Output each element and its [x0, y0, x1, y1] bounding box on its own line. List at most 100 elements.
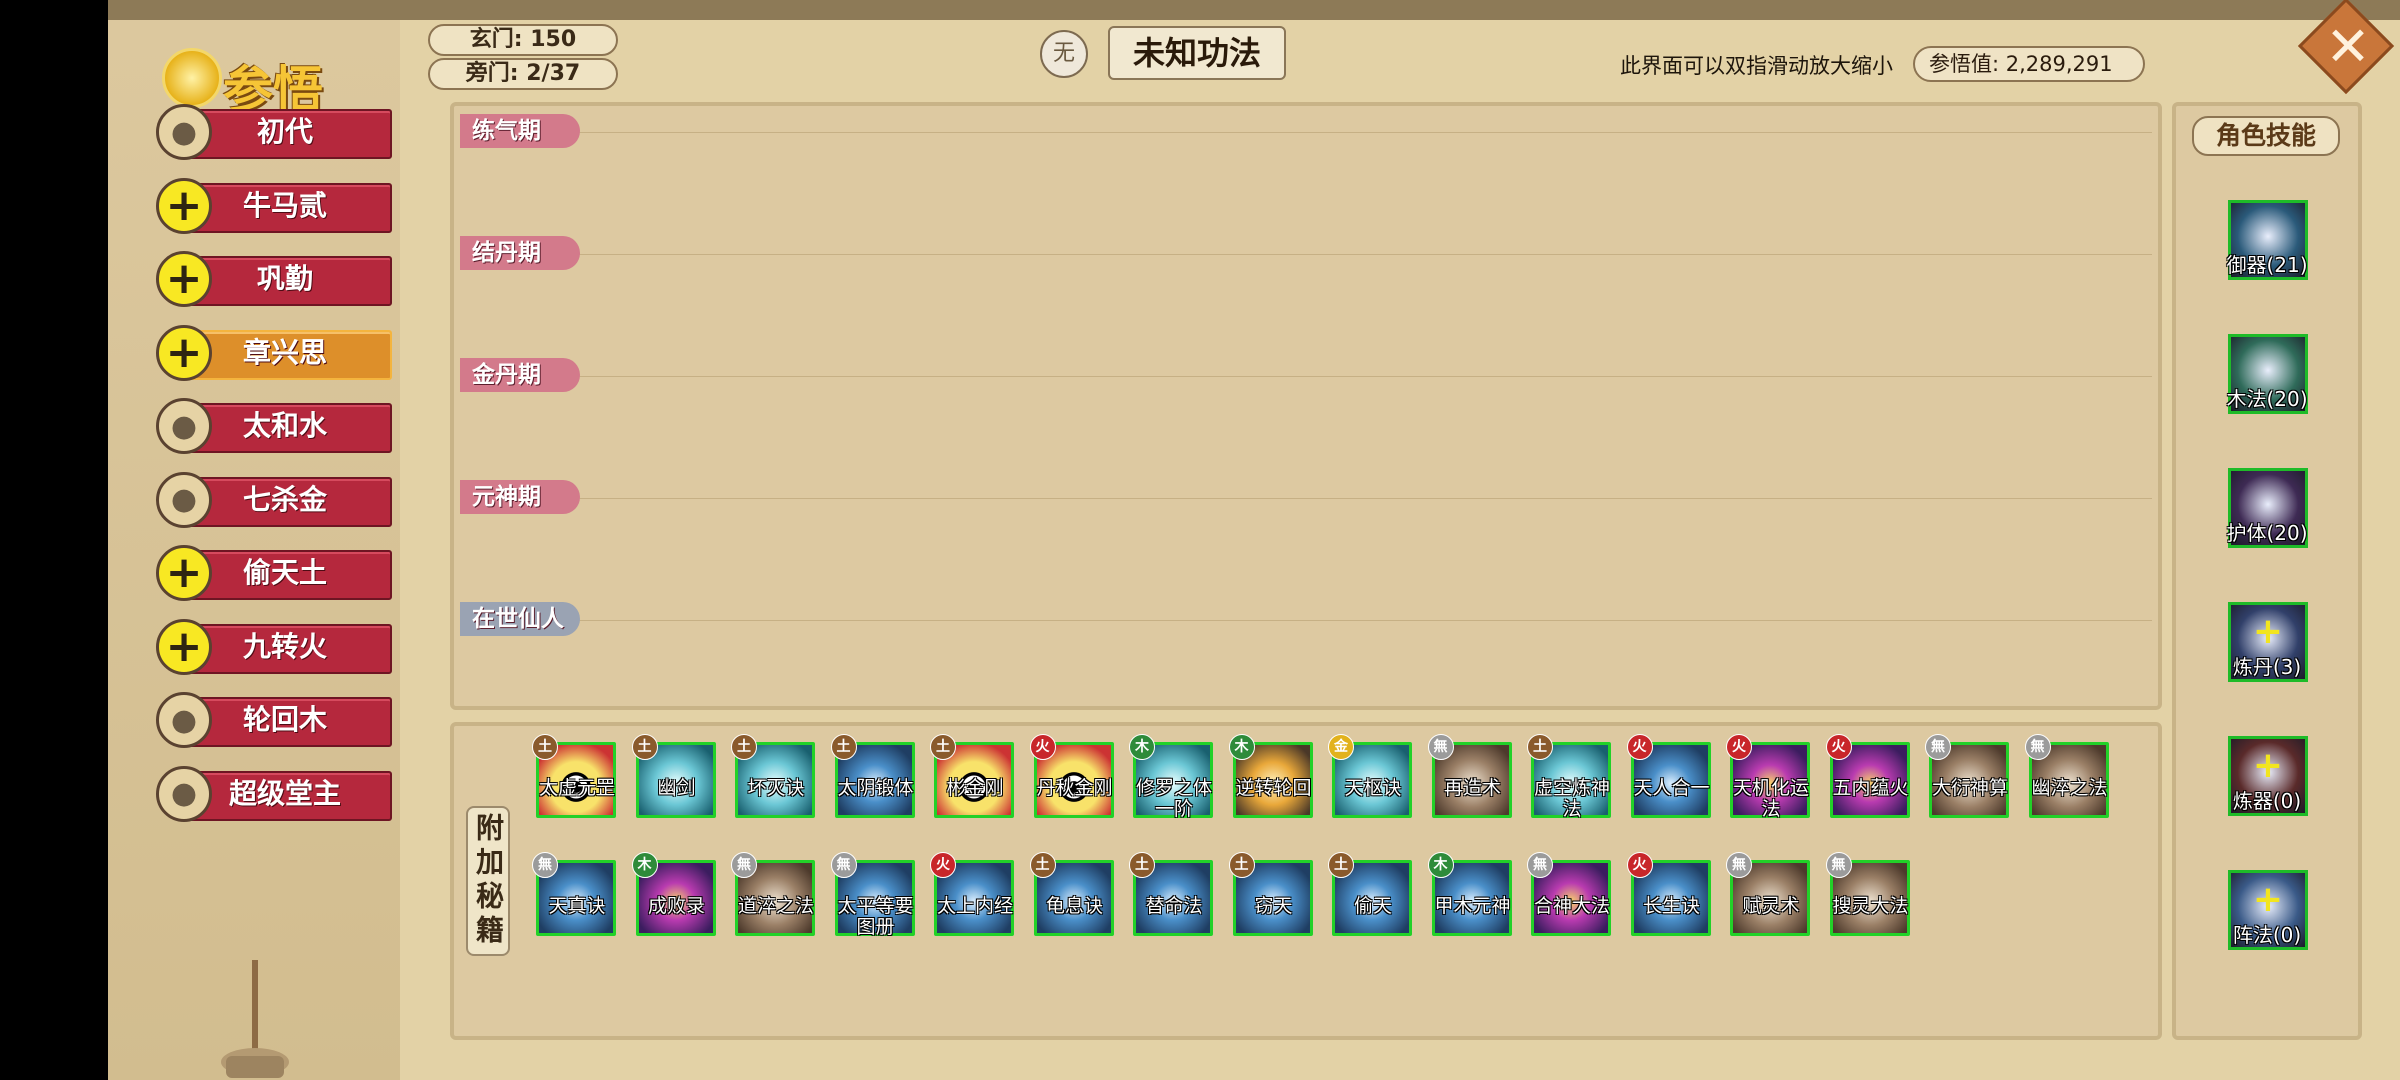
skill-slot[interactable]: + 炼丹(3)	[2228, 602, 2308, 682]
book-name: 幽淬之法	[2031, 777, 2108, 799]
secret-book-item[interactable]: 土龟息诀	[1029, 852, 1116, 936]
secret-book-item[interactable]: 火天人合一	[1626, 734, 1713, 818]
character-name: 太和水	[242, 409, 327, 442]
book-name: 合神大法	[1533, 895, 1610, 917]
skills-title: 角色技能	[2192, 116, 2340, 156]
character-item[interactable]: 七杀金 ●	[156, 471, 392, 528]
realm-label: 结丹期	[460, 236, 580, 270]
skill-slot[interactable]: 木法(20)	[2226, 334, 2308, 414]
character-item[interactable]: 超级堂主 ●	[156, 765, 392, 822]
secret-book-item[interactable]: 無赋灵术	[1726, 852, 1812, 936]
portrait-icon: ●	[156, 398, 212, 454]
secret-book-item[interactable]: 無道淬之法	[731, 852, 817, 936]
element-badge: 木	[1129, 734, 1155, 760]
add-plus-icon: +	[156, 545, 212, 601]
secret-book-item[interactable]: 無天真诀	[532, 852, 618, 936]
pangmen-counter: 旁门: 2/37	[428, 58, 618, 90]
character-item[interactable]: 章兴思 +	[156, 324, 392, 381]
secret-book-item[interactable]: 土幽剑	[631, 734, 718, 818]
secret-book-item[interactable]: 土窃天	[1228, 852, 1315, 936]
add-plus-icon: +	[2252, 611, 2284, 652]
secret-book-item[interactable]: 火长生诀	[1626, 852, 1713, 936]
realm-tree-panel[interactable]: 练气期 结丹期 金丹期 元神期 在世仙人	[450, 102, 2162, 710]
element-badge: 土	[731, 734, 757, 760]
game-screen: 参悟 初代 ● 牛马贰 + 巩勤 + 章兴思 + 太和水 ● 七杀金 ● 偷天土 + 九转火 + 轮回木 ● 超级堂…	[108, 0, 2400, 1080]
character-name: 九转火	[242, 629, 327, 663]
skill-slot[interactable]: + 炼器(0)	[2228, 736, 2308, 816]
book-name: 窃天	[1254, 895, 1293, 917]
character-name: 偷天土	[242, 556, 327, 589]
method-title: 未知功法	[1108, 26, 1286, 80]
secret-book-item[interactable]: 木成败录	[631, 852, 718, 936]
character-item[interactable]: 初代 ●	[156, 104, 392, 160]
secret-book-item[interactable]: 木甲木元神	[1427, 852, 1514, 936]
book-name: 太虚元罡	[538, 777, 615, 799]
skill-name: 护体(20)	[2226, 521, 2308, 545]
secret-book-item[interactable]: 土替命法	[1129, 852, 1215, 936]
skill-slot[interactable]: + 阵法(0)	[2228, 870, 2308, 950]
character-item[interactable]: 太和水 ●	[156, 398, 392, 454]
element-badge: 土	[1328, 852, 1354, 878]
character-item[interactable]: 轮回木 ●	[156, 692, 392, 748]
element-badge: 無	[1925, 734, 1951, 760]
character-item[interactable]: 九转火 +	[156, 618, 392, 675]
secret-book-item[interactable]: 火丹秋金刚	[1029, 734, 1116, 818]
skill-slot[interactable]: 护体(20)	[2226, 468, 2308, 548]
secret-book-item[interactable]: 無幽淬之法	[2024, 734, 2111, 818]
secret-book-item[interactable]: 土虚空炼神法	[1527, 734, 1613, 820]
secret-book-item[interactable]: 火天机化运法	[1726, 734, 1812, 820]
secret-book-item[interactable]: 火五内蕴火	[1825, 734, 1912, 818]
secret-book-item[interactable]: 土太虚元罡	[532, 734, 618, 818]
book-name: 大衍神算	[1931, 777, 2008, 799]
character-name: 巩勤	[256, 262, 313, 295]
secret-book-item[interactable]: 土彬金刚	[930, 734, 1016, 818]
realm-divider	[466, 498, 2152, 499]
secret-book-item[interactable]: 金天枢诀	[1328, 734, 1414, 818]
book-name: 太阴锻体	[837, 777, 914, 799]
element-badge: 火	[1029, 734, 1056, 760]
add-plus-icon: +	[156, 177, 212, 234]
secret-book-item[interactable]: 無再造术	[1427, 734, 1514, 818]
skill-name: 炼器(0)	[2232, 789, 2302, 813]
portrait-icon: ●	[156, 765, 212, 822]
secret-book-item[interactable]: 火太上内经	[930, 852, 1016, 936]
element-badge: 木	[1228, 734, 1255, 760]
book-name: 彬金刚	[946, 777, 1004, 799]
element-badge: 無	[2024, 734, 2051, 760]
secret-book-item[interactable]: 木逆转轮回	[1228, 734, 1315, 818]
character-name: 轮回木	[242, 703, 327, 736]
secret-book-item[interactable]: 木修罗之体一阶	[1129, 734, 1215, 820]
book-name: 虚空炼神法	[1533, 777, 1610, 820]
skill-name: 炼丹(3)	[2232, 655, 2302, 679]
element-badge: 火	[1626, 734, 1653, 760]
book-name: 搜灵大法	[1832, 895, 1909, 917]
extra-books-label: 附加秘籍	[466, 806, 510, 956]
secret-book-item[interactable]: 無合神大法	[1527, 852, 1613, 936]
book-name: 甲木元神	[1434, 895, 1511, 917]
book-name: 天人合一	[1633, 777, 1710, 799]
realm-label: 元神期	[460, 480, 580, 514]
secret-book-item[interactable]: 無太平等要图册	[830, 852, 917, 938]
book-name: 幽剑	[657, 777, 696, 799]
element-badge: 火	[930, 852, 956, 878]
character-item[interactable]: 巩勤 +	[156, 251, 392, 307]
portrait-icon: ●	[156, 471, 212, 528]
element-badge: 土	[830, 734, 857, 760]
element-badge: 土	[1029, 852, 1056, 878]
secret-book-item[interactable]: 土偷天	[1328, 852, 1414, 936]
element-badge: 無	[1825, 852, 1852, 878]
character-name: 超级堂主	[228, 776, 341, 810]
secret-book-item[interactable]: 土太阴锻体	[830, 734, 917, 818]
realm-label: 在世仙人	[460, 602, 580, 636]
secret-book-item[interactable]: 無搜灵大法	[1825, 852, 1912, 936]
skill-slot[interactable]: 御器(21)	[2226, 200, 2308, 280]
close-icon[interactable]: ✕	[2318, 12, 2378, 82]
book-name: 偷天	[1353, 895, 1392, 917]
character-item[interactable]: 偷天土 +	[156, 545, 392, 601]
character-item[interactable]: 牛马贰 +	[156, 177, 392, 234]
character-sidebar: 参悟 初代 ● 牛马贰 + 巩勤 + 章兴思 + 太和水 ● 七杀金 ● 偷天土 + 九转火 + 轮回木 ● 超级堂…	[108, 20, 400, 1080]
secret-book-item[interactable]: 土坏灭诀	[731, 734, 817, 818]
element-badge: 火	[1626, 852, 1653, 878]
book-name: 赋灵术	[1742, 895, 1800, 917]
secret-book-item[interactable]: 無大衍神算	[1925, 734, 2011, 818]
